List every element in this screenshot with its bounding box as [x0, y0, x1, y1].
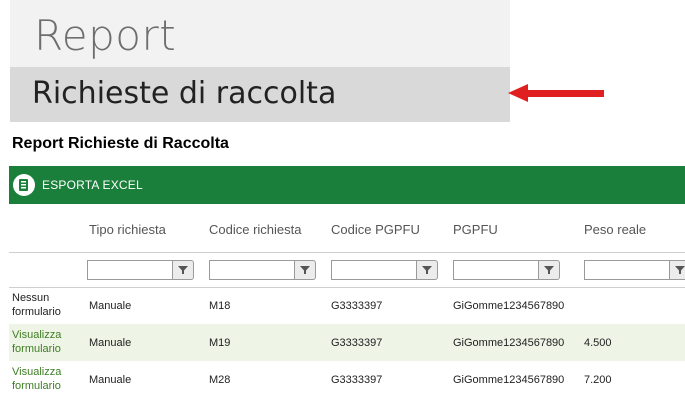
- column-header-codice-pgpfu[interactable]: Codice PGPFU: [331, 222, 420, 237]
- cell-codice-pgpfu: G3333397: [331, 337, 383, 349]
- table-row: Nessun formulario Manuale M18 G3333397 G…: [9, 287, 685, 324]
- filter-input-codice-pgpfu[interactable]: [331, 260, 417, 280]
- filter-pgpfu: [453, 260, 560, 280]
- cell-codice-pgpfu: G3333397: [331, 374, 383, 386]
- cell-pgpfu: GiGomme1234567890: [453, 374, 565, 386]
- filter-icon[interactable]: [173, 260, 194, 280]
- table-row: Visualizza formulario Manuale M28 G33333…: [9, 361, 685, 396]
- filter-icon[interactable]: [539, 260, 560, 280]
- export-excel-label: ESPORTA EXCEL: [42, 178, 143, 192]
- filter-input-peso-reale[interactable]: [584, 260, 670, 280]
- red-arrow-icon: [508, 84, 604, 102]
- grid-toolbar: ESPORTA EXCEL: [9, 166, 685, 204]
- cell-tipo: Manuale: [89, 337, 132, 349]
- column-header-codice-richiesta[interactable]: Codice richiesta: [209, 222, 302, 237]
- filter-input-pgpfu[interactable]: [453, 260, 539, 280]
- table-row: Visualizza formulario Manuale M19 G33333…: [9, 324, 685, 361]
- export-excel-button[interactable]: ESPORTA EXCEL: [13, 172, 143, 198]
- filter-tipo-richiesta: [87, 260, 194, 280]
- filter-input-tipo-richiesta[interactable]: [87, 260, 173, 280]
- menu-header-title: Report: [34, 11, 177, 60]
- menu-header: Report: [10, 0, 510, 67]
- cell-pgpfu: GiGomme1234567890: [453, 300, 565, 312]
- filter-icon[interactable]: [670, 260, 685, 280]
- column-header-peso-reale[interactable]: Peso reale: [584, 222, 646, 237]
- column-header-pgpfu[interactable]: PGPFU: [453, 222, 498, 237]
- excel-icon: [13, 174, 35, 196]
- column-header-row: Tipo richiesta Codice richiesta Codice P…: [9, 204, 685, 253]
- filter-row: [9, 253, 685, 288]
- cell-codice: M28: [209, 374, 231, 386]
- view-form-link[interactable]: Visualizza formulario: [12, 328, 70, 356]
- no-form-label: Nessun formulario: [12, 292, 61, 318]
- filter-input-codice-richiesta[interactable]: [209, 260, 295, 280]
- menu-item-richieste-di-raccolta[interactable]: Richieste di raccolta: [10, 67, 510, 122]
- cell-tipo: Manuale: [89, 374, 132, 386]
- menu-item-label: Richieste di raccolta: [32, 76, 337, 111]
- filter-codice-richiesta: [209, 260, 316, 280]
- cell-peso: 4.500: [584, 337, 612, 349]
- report-grid: ESPORTA EXCEL Tipo richiesta Codice rich…: [9, 156, 685, 396]
- cell-codice: M19: [209, 337, 231, 349]
- filter-icon[interactable]: [417, 260, 438, 280]
- report-menu: Report Richieste di raccolta: [10, 0, 510, 122]
- view-form-link[interactable]: Visualizza formulario: [12, 365, 70, 393]
- filter-icon[interactable]: [295, 260, 316, 280]
- filter-codice-pgpfu: [331, 260, 438, 280]
- cell-pgpfu: GiGomme1234567890: [453, 337, 565, 349]
- filter-peso-reale: [584, 260, 685, 280]
- cell-codice-pgpfu: G3333397: [331, 300, 383, 312]
- cell-peso: 7.200: [584, 374, 612, 386]
- report-title: Report Richieste di Raccolta: [12, 135, 229, 152]
- column-header-tipo-richiesta[interactable]: Tipo richiesta: [89, 222, 166, 237]
- cell-tipo: Manuale: [89, 300, 132, 312]
- cell-codice: M18: [209, 300, 231, 312]
